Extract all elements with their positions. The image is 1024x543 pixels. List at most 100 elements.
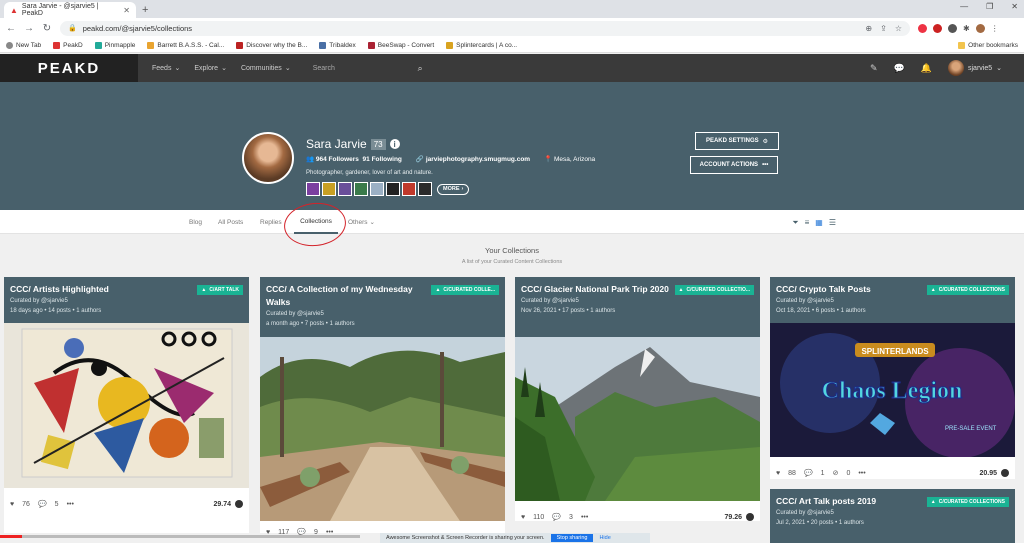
badge-icon[interactable]: [402, 182, 416, 196]
back-icon[interactable]: ←: [6, 23, 16, 34]
following-count[interactable]: 91 Following: [363, 156, 402, 163]
bookmark-item[interactable]: Tribaldex: [319, 41, 356, 49]
comment-icon[interactable]: 💬: [38, 500, 47, 508]
collection-card[interactable]: CCC/ Glacier National Park Trip 2020 Cur…: [515, 277, 760, 521]
collection-card[interactable]: CCC/ Artists Highlighted Curated by @sja…: [4, 277, 249, 533]
badge-icon[interactable]: [418, 182, 432, 196]
tab-others[interactable]: Others ⌄: [348, 210, 375, 234]
puzzle-icon[interactable]: ✱: [963, 24, 970, 33]
close-window-icon[interactable]: ✕: [1011, 2, 1018, 11]
downvote-icon[interactable]: ⊘: [833, 469, 839, 477]
reload-icon[interactable]: ↻: [42, 23, 52, 34]
card-thumbnail[interactable]: [515, 337, 760, 501]
nav-explore[interactable]: Explore ⌄: [194, 64, 227, 73]
card-title[interactable]: CCC/ Art Talk posts 2019: [776, 495, 946, 508]
community-tag[interactable]: ▲ C/CURATED COLLECTIO...: [674, 285, 754, 295]
grid-view-icon[interactable]: ▦: [815, 218, 823, 228]
comment-icon[interactable]: 💬: [552, 513, 561, 521]
more-options-icon[interactable]: •••: [858, 470, 865, 477]
stop-sharing-button[interactable]: Stop sharing: [550, 534, 594, 542]
minimize-icon[interactable]: —: [960, 2, 968, 11]
bookmark-item[interactable]: Splintercards | A co...: [446, 41, 517, 49]
search-box[interactable]: Search ⌕: [313, 63, 423, 74]
account-actions-button[interactable]: ACCOUNT ACTIONS •••: [690, 156, 778, 174]
new-tab-icon[interactable]: +: [142, 2, 148, 18]
bell-icon[interactable]: 🔔: [921, 63, 932, 74]
followers-count[interactable]: 964 Followers: [316, 156, 359, 163]
upvote-icon[interactable]: ♥: [776, 470, 780, 477]
upvote-icon[interactable]: ♥: [10, 501, 14, 508]
user-menu[interactable]: sjarvie5 ⌄: [948, 60, 1002, 76]
video-progress-bar[interactable]: [0, 535, 360, 538]
search-icon[interactable]: ⌕: [418, 63, 423, 74]
badge-icon[interactable]: [338, 182, 352, 196]
close-tab-icon[interactable]: ✕: [123, 6, 130, 15]
other-bookmarks[interactable]: Other bookmarks: [958, 41, 1018, 49]
collection-card[interactable]: CCC/ A Collection of my Wednesday Walks …: [260, 277, 505, 536]
bookmark-star-icon[interactable]: ☆: [895, 24, 902, 33]
more-options-icon[interactable]: •••: [581, 514, 588, 521]
search-input[interactable]: Search: [313, 65, 335, 72]
badge-icon[interactable]: [386, 182, 400, 196]
tab-collections[interactable]: Collections: [294, 210, 338, 234]
bookmark-item[interactable]: Pinmapple: [94, 41, 135, 49]
card-thumbnail[interactable]: [260, 337, 505, 521]
forward-icon[interactable]: →: [24, 23, 34, 34]
website-link[interactable]: jarviephotography.smugmug.com: [426, 156, 530, 163]
peakd-settings-button[interactable]: PEAKD SETTINGS ⚙: [695, 132, 779, 150]
more-badges-button[interactable]: MORE ›: [437, 183, 470, 195]
extension-icon[interactable]: [948, 23, 957, 33]
collection-card[interactable]: CCC/ Crypto Talk Posts Curated by @sjarv…: [770, 277, 1015, 479]
badge-icon[interactable]: [370, 182, 384, 196]
upvote-icon[interactable]: ♥: [521, 514, 525, 521]
card-title[interactable]: CCC/ A Collection of my Wednesday Walks: [266, 283, 436, 309]
url-field[interactable]: 🔒 peakd.com/@sjarvie5/collections ⊕ ⇪ ☆: [60, 20, 910, 36]
community-tag[interactable]: ▲ C/CURATED COLLECTIONS: [926, 285, 1009, 295]
profile-avatar[interactable]: [242, 132, 294, 184]
community-tag[interactable]: ▲ C/ART TALK: [197, 285, 243, 295]
info-icon[interactable]: i: [389, 139, 400, 149]
filter-icon[interactable]: ⏷: [792, 218, 798, 228]
community-tag[interactable]: ▲ C/CURATED COLLECTIONS: [926, 497, 1009, 507]
profile-avatar-icon[interactable]: [975, 23, 985, 33]
tab-replies[interactable]: Replies: [260, 210, 282, 234]
comment-icon[interactable]: 💬: [804, 469, 813, 477]
card-thumbnail[interactable]: SPLINTERLANDS Chaos Legion PRE-SALE EVEN…: [770, 323, 1015, 458]
card-thumbnail[interactable]: [4, 323, 249, 488]
community-tag[interactable]: ▲ C/CURATED COLLE...: [431, 285, 499, 295]
collection-card[interactable]: CCC/ Art Talk posts 2019 Curated by @sja…: [770, 489, 1015, 543]
badge-icon[interactable]: [322, 182, 336, 196]
badge-icon[interactable]: [306, 182, 320, 196]
bookmark-item[interactable]: Discover why the B...: [236, 41, 307, 49]
list-view-icon[interactable]: ≡: [805, 218, 810, 228]
payout[interactable]: 29.74: [213, 500, 243, 508]
more-options-icon[interactable]: •••: [67, 501, 74, 508]
edit-pencil-icon[interactable]: ✎: [870, 63, 878, 74]
hive-icon: [235, 500, 243, 508]
peakd-logo[interactable]: PEAKD: [0, 54, 138, 82]
payout[interactable]: 20.95: [979, 469, 1009, 477]
install-icon[interactable]: ⊕: [865, 24, 872, 33]
bookmark-item[interactable]: PeakD: [53, 41, 83, 49]
chat-icon[interactable]: 💬: [894, 63, 905, 74]
share-icon[interactable]: ⇪: [880, 24, 887, 33]
compact-view-icon[interactable]: ☰: [829, 218, 836, 228]
card-title[interactable]: CCC/ Artists Highlighted: [10, 283, 180, 296]
payout[interactable]: 79.26: [724, 513, 754, 521]
restore-icon[interactable]: ❐: [986, 2, 993, 11]
hide-button[interactable]: Hide: [599, 535, 610, 541]
tab-all-posts[interactable]: All Posts: [218, 210, 243, 234]
extension-icon[interactable]: [933, 23, 942, 33]
bookmark-item[interactable]: BeeSwap - Convert: [367, 41, 434, 49]
card-title[interactable]: CCC/ Glacier National Park Trip 2020: [521, 283, 691, 296]
extension-icon[interactable]: [918, 23, 927, 33]
bookmark-item[interactable]: New Tab: [6, 41, 41, 49]
card-title[interactable]: CCC/ Crypto Talk Posts: [776, 283, 946, 296]
browser-tab[interactable]: ▲ Sara Jarvie - @sjarvie5 | PeakD ✕: [4, 2, 136, 18]
bookmark-item[interactable]: Barrett B.A.S.S. - Cal...: [147, 41, 224, 49]
nav-communities[interactable]: Communities ⌄: [241, 64, 291, 73]
nav-feeds[interactable]: Feeds ⌄: [152, 64, 180, 73]
badge-icon[interactable]: [354, 182, 368, 196]
menu-dots-icon[interactable]: ⋮: [991, 24, 999, 33]
tab-blog[interactable]: Blog: [189, 210, 202, 234]
